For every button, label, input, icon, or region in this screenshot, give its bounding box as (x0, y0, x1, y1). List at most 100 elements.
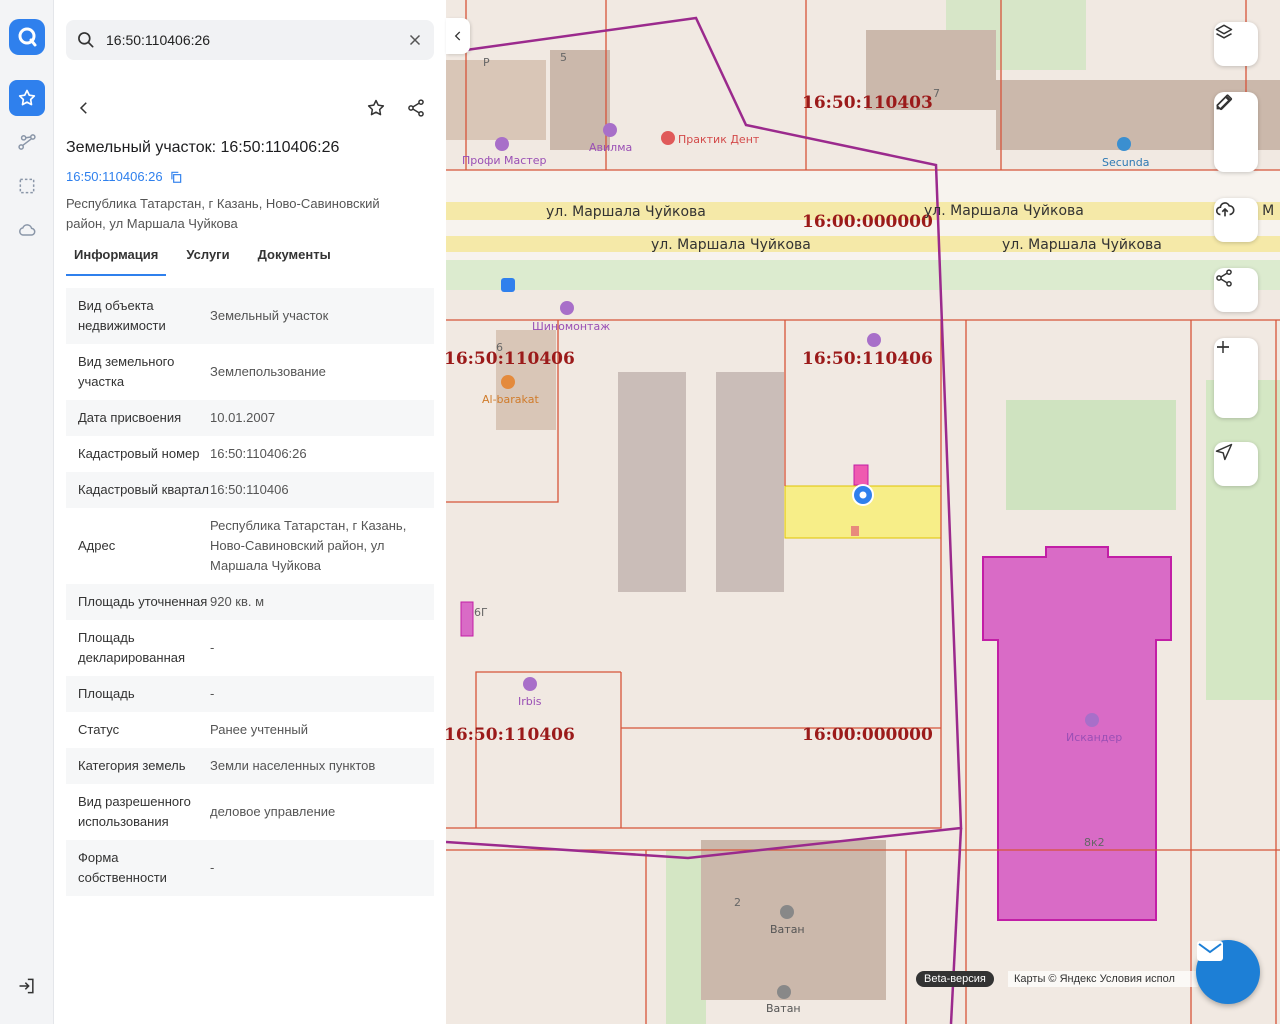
info-value: - (210, 640, 215, 655)
house-number: 2 (734, 896, 741, 909)
house-number: P (483, 56, 490, 69)
my-location-button[interactable] (1214, 442, 1258, 486)
tab-bar: Информация Услуги Документы (66, 240, 351, 276)
poi-label: Secunda (1102, 156, 1149, 169)
share-button[interactable] (399, 91, 433, 125)
route-rail-button[interactable] (9, 124, 45, 160)
logo-icon (18, 27, 37, 47)
tab-services[interactable]: Услуги (178, 240, 237, 276)
info-label: Площадь (78, 686, 135, 701)
nodes-icon (18, 134, 36, 150)
info-value: - (210, 686, 215, 701)
house-number: 6Г (474, 606, 488, 619)
app-logo[interactable] (9, 19, 45, 55)
favorite-button[interactable] (359, 91, 393, 125)
poi-label: Авилма (589, 141, 632, 154)
info-label: Вид земельного участка (78, 354, 175, 389)
tab-documents[interactable]: Документы (250, 240, 339, 276)
upload-button[interactable] (1214, 198, 1258, 242)
quarter-label: 16:50:110403 (802, 93, 933, 113)
close-icon[interactable] (406, 31, 424, 49)
info-row: Кадастровый квартал 16:50:110406 (66, 472, 434, 508)
collapse-panel-button[interactable] (446, 18, 470, 54)
house-number: 6 (496, 341, 503, 354)
app-rail (0, 0, 54, 1024)
edit-icon[interactable] (1214, 92, 1234, 112)
parcel-magenta-small[interactable] (460, 601, 474, 637)
info-value: Ранее учтенный (210, 722, 308, 737)
info-row: Площадь - (66, 676, 434, 712)
house-number: 5 (560, 51, 567, 64)
mail-icon (1197, 941, 1223, 961)
star-icon (18, 89, 36, 106)
select-area-rail-button[interactable] (9, 168, 45, 204)
info-label: Статус (78, 722, 120, 737)
map-canvas[interactable]: 16:50:110403 16:00:000000 16:50:110406 1… (446, 0, 1280, 1024)
measure-tools (1214, 92, 1258, 172)
map-share-button[interactable] (1214, 268, 1258, 312)
location-pin[interactable] (852, 484, 874, 506)
info-label: Площадь уточненная (78, 594, 208, 609)
back-button[interactable] (67, 91, 101, 125)
poi-label: Шиномонтаж (532, 320, 610, 333)
info-row: Вид разрешенного использования деловое уп… (66, 784, 434, 840)
info-value: - (210, 860, 215, 875)
mail-button[interactable] (1196, 940, 1260, 1004)
park-area (1206, 380, 1280, 700)
info-label: Дата присвоения (78, 410, 182, 425)
search-input[interactable] (106, 32, 396, 48)
chevron-left-icon (454, 31, 461, 41)
map-view[interactable]: 16:50:110403 16:00:000000 16:50:110406 1… (446, 0, 1280, 1024)
building (446, 60, 546, 140)
logout-rail-button[interactable] (9, 968, 45, 1004)
poi-label: Irbis (518, 695, 542, 708)
layers-icon (1215, 24, 1233, 39)
info-value: 920 кв. м (210, 594, 265, 609)
info-label: Вид разрешенного использования (78, 794, 191, 829)
building (550, 50, 610, 150)
cloud-upload-icon (1215, 202, 1235, 217)
building (618, 372, 686, 592)
cloud-rail-button[interactable] (9, 212, 45, 248)
info-value: 16:50:110406 (210, 482, 289, 497)
chevron-left-icon (79, 102, 87, 114)
info-label: Вид объекта недвижимости (78, 298, 166, 333)
copy-icon[interactable] (169, 170, 183, 184)
park-area (1006, 400, 1176, 510)
star-icon (367, 99, 385, 116)
quarter-label: 16:00:000000 (802, 212, 933, 232)
cadastral-number-text[interactable]: 16:50:110406:26 (66, 169, 163, 184)
info-row: Форма собственности - (66, 840, 434, 896)
cadastral-number-link[interactable]: 16:50:110406:26 (66, 169, 183, 184)
parcel-marker (851, 526, 859, 536)
info-label: Площадь декларированная (78, 630, 186, 665)
street-label: ул. Маршала Чуйкова (924, 203, 1084, 219)
poi-label: Ватан (766, 1002, 801, 1015)
street-label: ул. Маршала Чуйкова (546, 204, 706, 220)
info-label: Кадастровый номер (78, 446, 200, 461)
zoom-out-icon[interactable] (1214, 338, 1232, 356)
page-title: Земельный участок: 16:50:110406:26 (66, 139, 340, 156)
info-value: деловое управление (210, 804, 336, 819)
building (716, 372, 784, 592)
beta-badge: Beta-версия (916, 971, 994, 987)
info-row: Адрес Республика Татарстан, г Казань, Нов… (66, 508, 434, 584)
search-bar (66, 20, 434, 60)
zoom-controls (1214, 338, 1258, 418)
quarter-label: 16:50:110406 (446, 349, 575, 369)
map-attribution[interactable]: Карты © Яндекс Условия испол (1008, 971, 1198, 987)
info-value: Землепользование (210, 364, 326, 379)
poi-label: Искандер (1066, 731, 1122, 744)
parcel-address: Республика Татарстан, г Казань, Ново-Сав… (66, 196, 380, 231)
house-number: 8к2 (1084, 836, 1105, 849)
parcel-pink-small[interactable] (853, 464, 869, 486)
quarter-label: 16:00:000000 (802, 725, 933, 745)
dashed-square-icon (19, 178, 35, 194)
favorites-rail-button[interactable] (9, 80, 45, 116)
tab-information[interactable]: Информация (66, 240, 167, 276)
poi-label: Практик Дент (678, 133, 760, 146)
search-icon (78, 32, 94, 48)
layers-button[interactable] (1214, 22, 1258, 66)
green-strip (446, 260, 1280, 290)
info-row: Площадь уточненная 920 кв. м (66, 584, 434, 620)
